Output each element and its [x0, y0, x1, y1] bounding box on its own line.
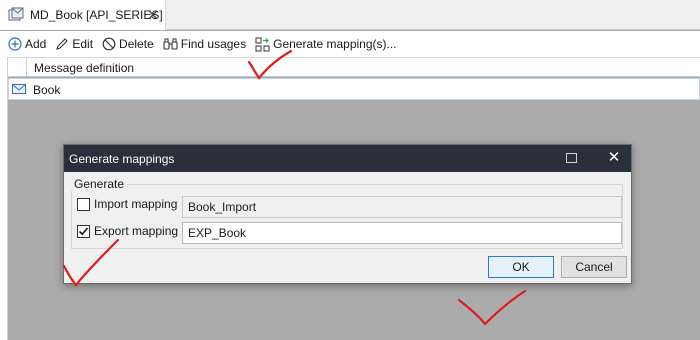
dialog-title: Generate mappings — [69, 152, 175, 166]
annotation-checkmark-icon — [247, 49, 293, 80]
table-row[interactable]: Book — [8, 78, 700, 100]
toolbar: Add Edit Delete Find usages Generate map… — [0, 31, 700, 57]
find-usages-button[interactable]: Find usages — [163, 33, 246, 55]
binoculars-icon — [163, 38, 178, 50]
import-mapping-label: Import mapping — [94, 197, 178, 211]
envelope-icon — [12, 83, 26, 98]
column-header-message-definition[interactable]: Message definition — [34, 61, 134, 75]
tab-md-book[interactable]: MD_Book [API_SERIES] ✕ — [0, 0, 166, 30]
dialog-title-bar[interactable]: Generate mappings ✕ — [64, 145, 631, 172]
message-definition-icon — [8, 7, 24, 23]
prohibited-icon — [102, 37, 116, 51]
maximize-icon[interactable] — [566, 153, 577, 163]
import-mapping-option[interactable]: Import mapping — [77, 197, 177, 211]
grid-header: Message definition — [8, 57, 700, 77]
close-icon[interactable]: ✕ — [145, 7, 161, 23]
annotation-checkmark-icon — [457, 289, 527, 326]
import-mapping-name-field[interactable] — [182, 196, 622, 218]
pencil-icon — [56, 38, 69, 50]
add-label: Add — [25, 37, 47, 51]
find-usages-label: Find usages — [180, 37, 247, 51]
delete-label: Delete — [119, 37, 154, 51]
checkmark-icon — [78, 226, 89, 235]
group-title: Generate — [71, 177, 128, 191]
edit-button[interactable]: Edit — [55, 33, 93, 55]
annotation-checkmark-icon — [62, 238, 120, 287]
add-icon — [8, 37, 22, 51]
row-header-column — [8, 58, 27, 77]
close-icon[interactable]: ✕ — [604, 148, 624, 168]
cancel-button[interactable]: Cancel — [561, 256, 627, 278]
row-label: Book — [33, 83, 61, 97]
ok-button[interactable]: OK — [488, 256, 554, 278]
export-mapping-name-field[interactable] — [182, 222, 622, 244]
generate-mappings-dialog: Generate mappings ✕ Generate Import mapp… — [63, 144, 632, 284]
tab-title: MD_Book [API_SERIES] — [30, 8, 163, 22]
add-button[interactable]: Add — [8, 33, 46, 55]
delete-button[interactable]: Delete — [102, 33, 154, 55]
document-tab-bar: MD_Book [API_SERIES] ✕ — [0, 0, 700, 30]
import-mapping-checkbox[interactable] — [77, 197, 90, 211]
edit-label: Edit — [72, 37, 94, 51]
left-gutter — [0, 57, 8, 340]
